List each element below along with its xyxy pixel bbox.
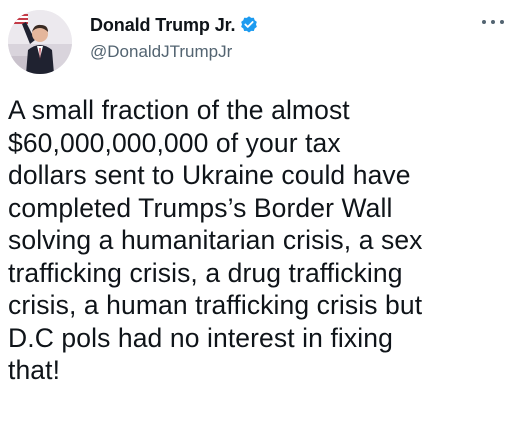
author-display-name[interactable]: Donald Trump Jr.: [90, 15, 236, 36]
avatar-image: [8, 10, 72, 74]
more-dot: [491, 20, 495, 24]
tweet-card: Donald Trump Jr. @DonaldJTrumpJr A small…: [0, 0, 516, 448]
author-handle[interactable]: @DonaldJTrumpJr: [90, 42, 232, 62]
avatar[interactable]: [8, 10, 72, 74]
more-dot: [500, 20, 504, 24]
author-name-row: Donald Trump Jr.: [90, 13, 259, 37]
tweet-text: A small fraction of the almost $60,000,0…: [8, 95, 423, 385]
more-horizontal-icon[interactable]: [482, 16, 504, 28]
more-dot: [482, 20, 486, 24]
verified-badge-icon: [239, 15, 259, 35]
